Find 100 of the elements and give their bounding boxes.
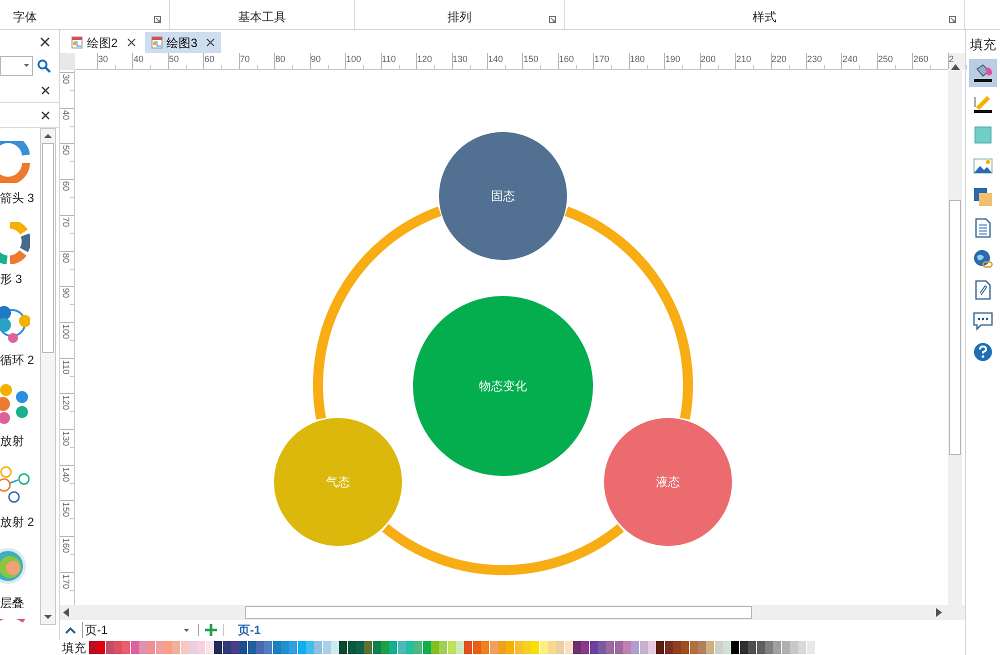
shape-thumbnail[interactable] — [0, 303, 30, 345]
color-swatch[interactable] — [472, 641, 481, 654]
ring-arc[interactable] — [382, 524, 624, 575]
close-icon[interactable] — [126, 38, 136, 47]
color-swatch[interactable] — [464, 641, 472, 654]
color-swatch[interactable] — [690, 641, 698, 654]
color-swatch[interactable] — [564, 641, 573, 654]
color-swatch[interactable] — [456, 641, 464, 654]
color-swatch[interactable] — [714, 641, 723, 654]
search-icon[interactable] — [37, 58, 51, 72]
color-swatch[interactable] — [314, 641, 322, 654]
color-swatch[interactable] — [756, 641, 764, 654]
color-swatch[interactable] — [164, 641, 172, 654]
color-swatch[interactable] — [506, 641, 514, 654]
add-page-icon[interactable] — [205, 624, 217, 636]
close-icon[interactable] — [41, 110, 50, 120]
document-tab[interactable]: 绘图3 — [144, 32, 222, 53]
color-swatch[interactable] — [640, 641, 648, 654]
shape-thumbnail[interactable] — [0, 222, 30, 264]
color-swatch[interactable] — [264, 641, 272, 654]
dialog-launcher-icon[interactable] — [949, 16, 956, 23]
color-swatch[interactable] — [289, 641, 298, 654]
color-swatch[interactable] — [364, 641, 372, 654]
color-swatch[interactable] — [406, 641, 414, 654]
color-swatch[interactable] — [490, 641, 498, 654]
color-swatch[interactable] — [389, 641, 398, 654]
color-swatch[interactable] — [439, 641, 448, 654]
color-swatch[interactable] — [773, 641, 782, 654]
color-swatch[interactable] — [206, 641, 214, 654]
scroll-left-icon[interactable] — [63, 608, 69, 617]
color-swatch[interactable] — [590, 641, 598, 654]
color-swatch[interactable] — [339, 641, 348, 654]
color-swatch[interactable] — [180, 641, 189, 654]
color-swatch[interactable] — [581, 641, 590, 654]
color-swatch[interactable] — [348, 641, 356, 654]
color-swatch[interactable] — [398, 641, 406, 654]
color-swatch[interactable] — [556, 641, 564, 654]
color-swatch[interactable] — [806, 641, 815, 654]
scrollbar-thumb[interactable] — [42, 143, 54, 353]
color-swatch[interactable] — [381, 641, 390, 654]
color-swatch[interactable] — [156, 641, 164, 654]
color-swatch[interactable] — [782, 641, 790, 654]
color-swatch[interactable] — [656, 641, 664, 654]
color-swatch[interactable] — [130, 641, 139, 654]
scrollbar-thumb[interactable] — [245, 606, 752, 619]
circle-node[interactable] — [604, 418, 732, 546]
color-swatch[interactable] — [97, 641, 106, 654]
color-swatch[interactable] — [614, 641, 623, 654]
circle-node[interactable] — [439, 132, 567, 260]
color-swatch[interactable] — [239, 641, 248, 654]
color-swatch[interactable] — [222, 641, 230, 654]
dropdown-caret-icon[interactable] — [24, 64, 29, 67]
color-swatch[interactable] — [706, 641, 714, 654]
ring-arc[interactable] — [313, 206, 442, 420]
shape-thumbnail[interactable] — [0, 141, 30, 183]
color-swatch[interactable] — [606, 641, 614, 654]
color-swatch[interactable] — [414, 641, 422, 654]
color-swatch[interactable] — [631, 641, 640, 654]
color-swatch[interactable] — [673, 641, 682, 654]
color-swatch[interactable] — [681, 641, 690, 654]
panel-tool-button[interactable] — [969, 58, 997, 86]
color-swatch[interactable] — [448, 641, 456, 654]
dropdown-caret-icon[interactable] — [184, 628, 189, 632]
color-swatch[interactable] — [114, 641, 122, 654]
dialog-launcher-icon[interactable] — [549, 16, 556, 23]
color-swatch[interactable] — [431, 641, 440, 654]
close-icon[interactable] — [41, 86, 50, 94]
color-swatch[interactable] — [748, 641, 756, 654]
scroll-right-icon[interactable] — [936, 608, 942, 617]
color-swatch[interactable] — [106, 641, 114, 654]
color-swatch[interactable] — [623, 641, 631, 654]
page-tab[interactable]: 页-1 — [230, 621, 269, 639]
color-swatch[interactable] — [322, 641, 331, 654]
color-swatch[interactable] — [740, 641, 748, 654]
page-dropdown[interactable]: 页-1 — [82, 622, 192, 638]
color-swatch[interactable] — [698, 641, 706, 654]
color-swatch[interactable] — [189, 641, 198, 654]
color-swatch[interactable] — [514, 641, 523, 654]
color-swatch[interactable] — [531, 641, 540, 654]
color-swatch[interactable] — [540, 641, 548, 654]
color-swatch[interactable] — [422, 641, 431, 654]
color-swatch[interactable] — [197, 641, 206, 654]
ring-arc[interactable] — [564, 206, 693, 420]
close-icon[interactable] — [40, 36, 50, 46]
color-swatch[interactable] — [356, 641, 364, 654]
color-swatch[interactable] — [147, 641, 156, 654]
color-swatch[interactable] — [731, 641, 740, 654]
color-swatch[interactable] — [272, 641, 281, 654]
collapse-icon[interactable] — [65, 626, 76, 634]
color-swatch[interactable] — [248, 641, 256, 654]
color-swatch[interactable] — [481, 641, 490, 654]
color-swatch[interactable] — [214, 641, 222, 654]
color-swatch[interactable] — [298, 641, 306, 654]
color-swatch[interactable] — [122, 641, 130, 654]
close-icon[interactable] — [206, 38, 216, 47]
circle-node[interactable] — [274, 418, 402, 546]
color-swatch[interactable] — [172, 641, 180, 654]
color-swatch[interactable] — [648, 641, 656, 654]
color-swatch[interactable] — [798, 641, 806, 654]
color-swatch[interactable] — [89, 641, 97, 654]
